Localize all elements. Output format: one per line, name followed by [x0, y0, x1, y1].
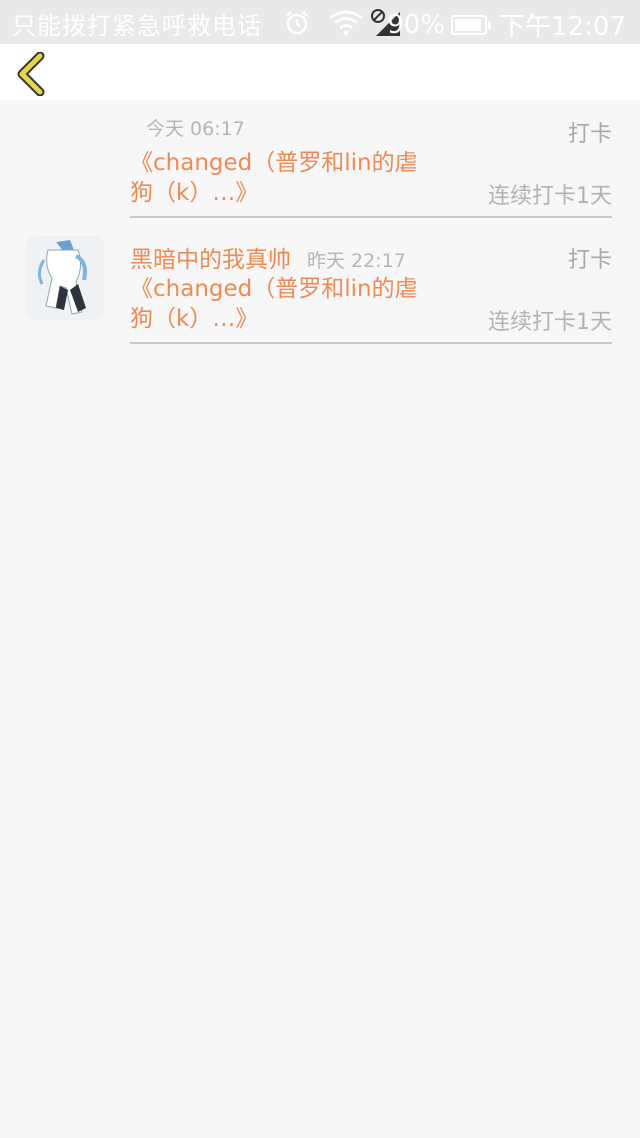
alarm-icon [286, 11, 308, 35]
carrier-status-text: 只能拨打紧急呼救电话 [12, 12, 262, 40]
checkin-action: 打卡 [567, 248, 612, 273]
book-title-link[interactable]: 《changed（普罗和lin的虐狗（k）…》 [130, 148, 435, 208]
status-icons [282, 8, 402, 38]
battery-percent: 90% [387, 9, 446, 40]
header-bar [0, 44, 640, 100]
list-item[interactable]: 今天 06:17 打卡 《changed（普罗和lin的虐狗（k）…》 连续打卡… [0, 100, 640, 226]
avatar-image [26, 236, 104, 320]
item-header-row: 今天 06:17 [130, 114, 245, 141]
list-item[interactable]: 黑暗中的我真帅 昨天 22:17 打卡 《changed（普罗和lin的虐狗（k… [0, 226, 640, 352]
book-title-link[interactable]: 《changed（普罗和lin的虐狗（k）…》 [130, 274, 435, 334]
list-item-content: 黑暗中的我真帅 昨天 22:17 打卡 《changed（普罗和lin的虐狗（k… [130, 226, 612, 344]
list-item-content: 今天 06:17 打卡 《changed（普罗和lin的虐狗（k）…》 连续打卡… [130, 100, 612, 218]
user-name[interactable]: 黑暗中的我真帅 [130, 240, 291, 274]
status-bar: 只能拨打紧急呼救电话 90% 下午12:07 [0, 0, 640, 44]
checkin-time: 今天 06:17 [146, 118, 245, 140]
status-right: 90% 下午12:07 [387, 6, 626, 43]
avatar[interactable] [26, 236, 104, 320]
streak-text: 连续打卡1天 [488, 184, 612, 209]
checkin-time: 昨天 22:17 [307, 250, 406, 272]
checkin-action: 打卡 [567, 122, 612, 147]
battery-icon [451, 14, 492, 35]
streak-text: 连续打卡1天 [488, 310, 612, 335]
item-header-row: 黑暗中的我真帅 昨天 22:17 [130, 240, 406, 274]
back-button[interactable] [14, 51, 54, 97]
chevron-left-icon [17, 51, 45, 97]
clock: 下午12:07 [499, 12, 626, 42]
wifi-icon [329, 10, 363, 36]
